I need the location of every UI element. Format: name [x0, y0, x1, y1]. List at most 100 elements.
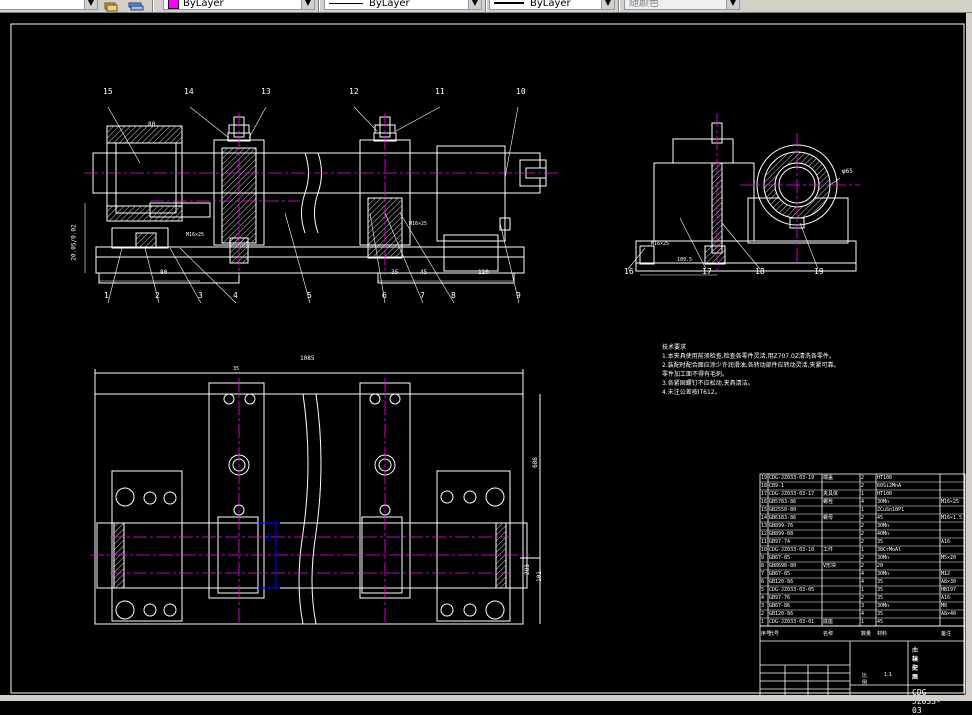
chevron-down-icon[interactable]: ▼	[468, 0, 481, 10]
balloon-4: 4	[233, 291, 238, 300]
dim-1085: 1085	[300, 355, 314, 362]
dim-80-bottom: 80	[160, 269, 167, 276]
dim-35-top: 35	[233, 366, 239, 372]
color-control-label: ByLayer	[183, 0, 224, 9]
balloon-12: 12	[349, 87, 359, 96]
bom-header: 序号代号名称数量材料备注	[760, 630, 965, 638]
bom-cell: M5×20	[941, 554, 965, 562]
plot-style-label: 随颜色	[629, 0, 659, 9]
balloon-14: 14	[184, 87, 194, 96]
bom-cell: CDG-JZ033-03-17	[769, 490, 822, 498]
dim-phi80: φ80	[267, 532, 273, 541]
lineweight-control-dropdown[interactable]: ByLayer ▼	[489, 0, 615, 10]
balloon-8: 8	[451, 291, 456, 300]
technical-notes: 技术要求 1.本夹具使用前须检查,检查各零件灵活,用Z707.0Z清洗各零件。 …	[662, 343, 842, 397]
bom-row: 15GB2550-801ZCuSn10P1	[760, 506, 965, 514]
bom-row: 4GB97-76235A16	[760, 594, 965, 602]
top-view	[95, 369, 540, 624]
dim-686: 686	[532, 457, 539, 468]
bom-cell: GB5783-86	[769, 498, 822, 506]
bom-cell: 35	[877, 610, 940, 618]
lineweight-control-label: ByLayer	[530, 0, 571, 9]
bom-cell: 10	[761, 546, 768, 554]
dim-vertical-left: 20.05/0.02	[71, 224, 78, 260]
bom-cell: 16	[761, 498, 768, 506]
chevron-down-icon[interactable]: ▼	[601, 0, 614, 10]
drawing-canvas[interactable]: 15 14 13 12 11 10 1 2 3 4 5 6 7 8 9 80 2…	[0, 13, 972, 701]
bom-cell: 2	[861, 522, 876, 530]
bom-cell: 4	[861, 570, 876, 578]
linetype-control-dropdown[interactable]: ByLayer▼	[324, 0, 482, 10]
chevron-down-icon[interactable]: ▼	[726, 0, 739, 10]
bom-cell: 2	[861, 482, 876, 490]
bom-cell: 工件	[823, 546, 860, 554]
notes-title: 技术要求	[662, 343, 842, 352]
front-view	[93, 117, 546, 283]
dim-45: 45	[420, 269, 427, 276]
bom-cell: 2	[861, 554, 876, 562]
balloon-1: 1	[104, 291, 109, 300]
bom-cell: 2	[861, 538, 876, 546]
bom-cell: M12	[941, 570, 965, 578]
bom-cell: 30Mn	[877, 554, 940, 562]
layer-states-icon[interactable]	[104, 0, 118, 10]
bom-cell: CDG-JZ033-03-01	[769, 618, 822, 626]
chevron-down-icon[interactable]: ▼	[84, 0, 97, 10]
bom-cell: 45	[877, 514, 940, 522]
bom-cell: 17	[761, 490, 768, 498]
bom-cell: 7	[761, 570, 768, 578]
bom-row: 1CDG-JZ033-03-01底座145	[760, 618, 965, 626]
layer-state-control[interactable]: ▼	[0, 0, 98, 10]
bom-cell: 2	[861, 562, 876, 570]
bom-row: 3GB67-86330MnM8	[760, 602, 965, 610]
bom-cell: HB197	[941, 586, 965, 594]
bom-cell: 1	[861, 506, 876, 514]
bom-cell: 1	[861, 546, 876, 554]
dim-283: 283	[524, 564, 531, 575]
bom-row: 13GB899-76230Mn	[760, 522, 965, 530]
bom-cell: CDG-JZ033-03-05	[769, 586, 822, 594]
dim-m16: M16×25	[186, 232, 204, 238]
scale-label: 比例	[862, 672, 867, 686]
bom-cell: 螺栓	[823, 498, 860, 506]
bom-cell: 2	[861, 594, 876, 602]
bom-cell: 底座	[823, 618, 860, 626]
color-swatch	[168, 0, 179, 9]
note-line: 4.未注公差按IT612。	[662, 388, 842, 397]
bom-cell: 30Mn	[877, 522, 940, 530]
bom-cell: CDG-JZ033-03-19	[769, 474, 822, 482]
bom-cell: 4	[861, 498, 876, 506]
bom-row: 2GB120-86435A8×40	[760, 610, 965, 618]
bom-row: 9GB67-85230MnM5×20	[760, 554, 965, 562]
bom-cell: 2	[861, 514, 876, 522]
dim-phi65: φ65	[842, 168, 853, 175]
bom-cell: 螺母	[823, 514, 860, 522]
bom-cell: A8×30	[941, 578, 965, 586]
bom-header-cell: 代号	[769, 630, 779, 637]
layer-previous-icon[interactable]	[128, 0, 144, 10]
note-line: 1.本夹具使用前须检查,检查各零件灵活,用Z707.0Z清洗各零件。	[662, 352, 842, 361]
bom-cell: A16	[941, 594, 965, 602]
bom-cell: GB899-76	[769, 522, 822, 530]
bom-cell: 3	[861, 602, 876, 610]
bom-row: 5CDG-JZ033-03-05135HB197	[760, 586, 965, 594]
color-control-dropdown[interactable]: ByLayer ▼	[163, 0, 315, 10]
bom-cell: CDG-JZ033-03-10	[769, 546, 822, 554]
bom-row: 10CDG-JZ033-03-10工件138CrMoAl	[760, 546, 965, 554]
bom-cell: 35	[877, 578, 940, 586]
bom-cell: M8	[941, 602, 965, 610]
plot-style-dropdown[interactable]: 随颜色 ▼	[624, 0, 740, 10]
bom-cell: 11	[761, 538, 768, 546]
bom-cell: 4	[861, 610, 876, 618]
bom-cell: V形块	[823, 562, 860, 570]
bom-cell: 30Mn	[877, 602, 940, 610]
note-line: 3.各紧固螺钉不应松动,夹具清洁。	[662, 379, 842, 388]
bom-header-cell: 数量	[861, 630, 871, 637]
chevron-down-icon[interactable]: ▼	[301, 0, 314, 10]
bom-row: 8GB8698-80V形块220	[760, 562, 965, 570]
bom-cell: GB97-74	[769, 538, 822, 546]
bom-cell: GB120-86	[769, 610, 822, 618]
toolbar-separator	[618, 0, 620, 12]
bom-cell: ZCuSn10P1	[877, 506, 940, 514]
bom-cell: GB67-86	[769, 602, 822, 610]
